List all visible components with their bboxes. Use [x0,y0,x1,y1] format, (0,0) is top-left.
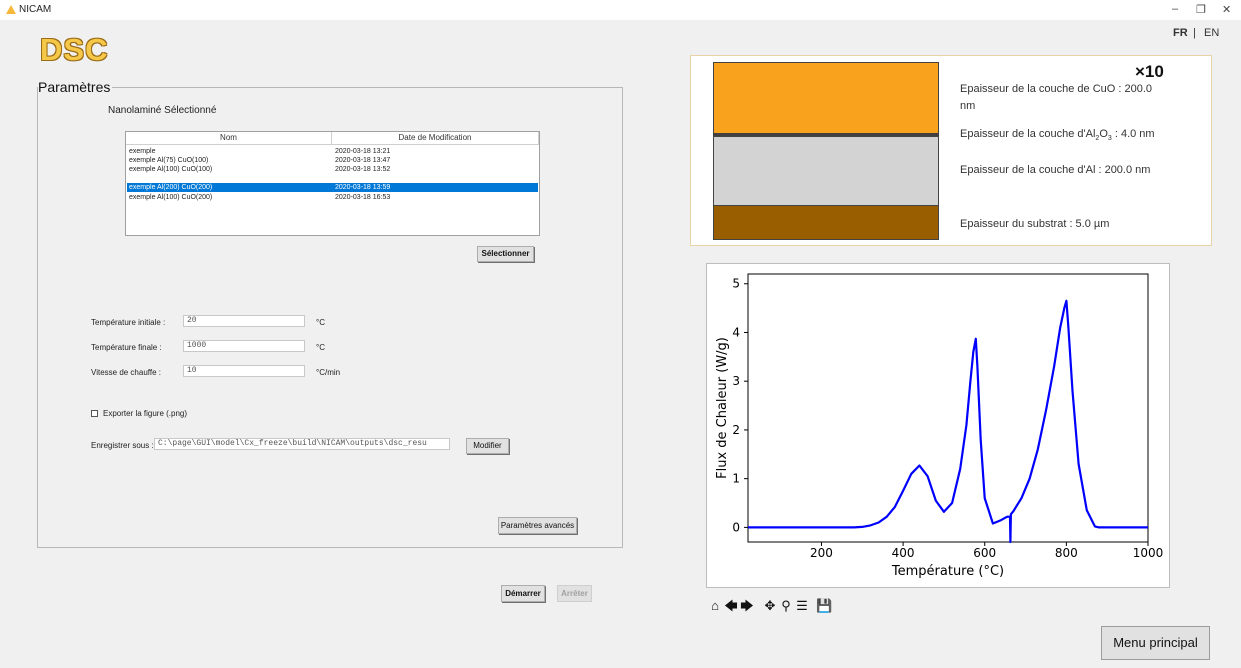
window-title: NICAM [19,4,52,15]
layer-stack-panel: ×10 Epaisseur de la couche de CuO : 200.… [690,55,1212,246]
row-name: exemple Al(100) CuO(200) [129,194,213,201]
restore-icon[interactable]: ❐ [1196,3,1206,16]
configure-subplots-icon[interactable]: ☰ [794,598,810,614]
temp-final-label: Température finale : [91,343,162,352]
x-tick-label: 400 [892,546,915,560]
save-as-label: Enregistrer sous : [91,441,154,450]
y-tick-label: 3 [732,374,740,388]
y-tick-label: 0 [732,520,740,534]
row-name: exemple Al(200) CuO(200) [129,184,213,191]
plot-area-border [747,273,1149,543]
y-tick-label: 2 [732,423,740,437]
nanolaminate-list[interactable]: Nom Date de Modification exemple 2020-03… [125,131,540,236]
substrate-layer [713,205,939,240]
x-tick-label: 1000 [1133,546,1164,560]
forward-arrow-icon[interactable]: 🡆 [739,598,755,614]
y-tick-label: 4 [732,325,740,339]
row-date: 2020-03-18 13:47 [335,157,391,164]
dsc-logo: DSC [40,32,109,67]
column-header-date[interactable]: Date de Modification [332,132,539,145]
window-titlebar [0,0,1241,20]
parametres-title: Paramètres [38,79,113,95]
save-icon[interactable]: 💾 [816,598,832,614]
app-logo-icon [6,5,16,14]
language-separator: | [1193,27,1196,39]
list-row-selected[interactable]: exemple Al(200) CuO(200) 2020-03-18 13:5… [127,183,538,192]
dsc-chart: 200 400 600 800 1000 0 1 2 3 4 5 Température (°C) Fl… [715,273,1164,579]
nanolaminate-label: Nanolaminé Sélectionné [108,105,217,116]
stop-button[interactable]: Arrêter [557,585,592,602]
select-button[interactable]: Sélectionner [477,246,534,262]
list-row[interactable]: exemple Al(100) CuO(100) 2020-03-18 13:5… [127,165,538,174]
language-fr[interactable]: FR [1173,27,1188,39]
language-en[interactable]: EN [1204,27,1219,39]
home-icon[interactable]: ⌂ [707,598,723,614]
al2o3-thickness-label: Epaisseur de la couche d'Al2O3 : 4.0 nm [960,128,1155,143]
al-thickness-label: Epaisseur de la couche d'Al : 200.0 nm [960,164,1151,176]
heating-rate-label: Vitesse de chauffe : [91,368,161,377]
x-tick-label: 800 [1055,546,1078,560]
advanced-params-button[interactable]: Paramètres avancés [498,517,577,534]
modify-button[interactable]: Modifier [466,438,509,454]
close-icon[interactable]: ✕ [1222,3,1231,16]
row-name: exemple Al(75) CuO(100) [129,157,209,164]
main-menu-button[interactable]: Menu principal [1101,626,1210,660]
x-tick-label: 200 [810,546,833,560]
y-tick-label: 1 [732,472,740,486]
list-row[interactable]: exemple Al(100) CuO(200) 2020-03-18 16:5… [127,193,538,202]
temp-init-label: Température initiale : [91,318,166,327]
row-name: exemple Al(100) CuO(100) [129,166,213,173]
x-tick-label: 600 [973,546,996,560]
list-row[interactable]: exemple Al(75) CuO(100) 2020-03-18 13:47 [127,156,538,165]
substrate-thickness-label: Epaisseur du substrat : 5.0 µm [960,218,1110,230]
x-axis-label: Température (°C) [891,564,1004,579]
temp-init-unit: °C [316,318,325,327]
export-figure-checkbox[interactable] [91,410,98,417]
export-figure-label: Exporter la figure (.png) [103,409,188,418]
cuo-thickness-label: Epaisseur de la couche de CuO : 200.0 [960,83,1153,95]
row-date: 2020-03-18 13:59 [335,184,391,191]
minimize-icon[interactable]: – [1172,3,1178,15]
cuo-layer [713,62,939,134]
dsc-chart-frame: 200 400 600 800 1000 0 1 2 3 4 5 Température (°C) Fl… [706,263,1170,588]
start-button[interactable]: Démarrer [501,585,545,602]
list-row[interactable]: exemple 2020-03-18 13:21 [127,147,538,156]
row-date: 2020-03-18 13:21 [335,148,391,155]
save-path-input[interactable]: C:\page\GUI\model\Cx_freeze\build\NICAM\… [154,438,450,450]
temp-final-input[interactable]: 1000 [183,340,305,352]
y-axis-label: Flux de Chaleur (W/g) [715,337,730,479]
column-header-name[interactable]: Nom [126,132,332,145]
temp-init-input[interactable]: 20 [183,315,305,327]
pan-icon[interactable]: ✥ [762,598,778,614]
heating-rate-unit: °C/min [316,368,341,377]
back-arrow-icon[interactable]: 🡄 [723,598,739,614]
row-date: 2020-03-18 13:52 [335,166,391,173]
heating-rate-input[interactable]: 10 [183,365,305,377]
heat-flow-line [748,299,1148,544]
scale-multiplier: ×10 [1135,62,1164,81]
temp-final-unit: °C [316,343,325,352]
row-name: exemple [129,148,156,155]
row-date: 2020-03-18 16:53 [335,194,391,201]
zoom-icon[interactable]: ⚲ [778,598,794,614]
y-tick-label: 5 [732,277,740,291]
al-layer [713,136,939,206]
cuo-thickness-unit: nm [960,100,976,112]
